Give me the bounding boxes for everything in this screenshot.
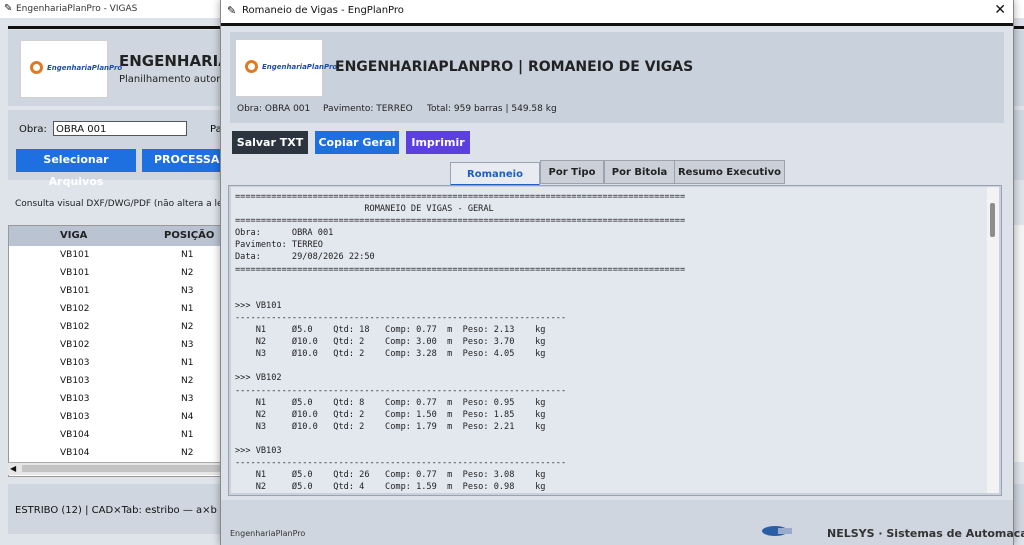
info-pavimento: Pavimento: TERREO: [323, 104, 413, 114]
table-row[interactable]: VB103 N2: [9, 372, 223, 390]
dialog-window-title: Romaneio de Vigas - EngPlanPro: [242, 5, 404, 16]
dialog-title: ENGENHARIAPLANPRO | ROMANEIO DE VIGAS: [335, 59, 694, 75]
status-text: ESTRIBO (12) | CAD×Tab: estribo — a×b da…: [15, 505, 241, 516]
cell-viga: VB103: [60, 412, 90, 422]
copy-all-button[interactable]: Copiar Geral: [315, 131, 399, 154]
table-row[interactable]: VB102 N3: [9, 336, 223, 354]
report-text-area[interactable]: ========================================…: [231, 187, 987, 493]
footer-app-name: EngenhariaPlanPro: [230, 529, 306, 538]
logo-text: EngenhariaPlanPro: [262, 63, 338, 71]
tab-romaneio-geral[interactable]: Romaneio Geral: [450, 162, 540, 204]
horizontal-scrollbar[interactable]: ◀: [8, 462, 222, 475]
cell-viga: VB102: [60, 322, 90, 332]
background-app-subtitle: Planilhamento automat: [119, 74, 237, 85]
table-row[interactable]: VB104 N1: [9, 426, 223, 444]
footer-brand: NELSYS · Sistemas de Automacao: [827, 527, 1024, 540]
info-obra: Obra: OBRA 001: [237, 104, 311, 114]
tab-por-bitola[interactable]: Por Bitola: [604, 160, 675, 184]
obra-label: Obra:: [19, 124, 47, 135]
column-header-viga[interactable]: VIGA: [60, 230, 87, 241]
save-txt-button[interactable]: Salvar TXT: [232, 131, 308, 154]
table-row[interactable]: VB103 N1: [9, 354, 223, 372]
cell-posicao: N3: [181, 340, 194, 350]
cell-posicao: N2: [181, 448, 194, 458]
background-window-title: EngenhariaPlanPro - VIGAS: [16, 4, 138, 14]
feather-icon: ✎: [4, 3, 13, 14]
cell-viga: VB104: [60, 430, 90, 440]
info-total: Total: 959 barras | 549.58 kg: [427, 104, 557, 114]
cell-viga: VB101: [60, 286, 90, 296]
process-button[interactable]: PROCESSAR: [142, 149, 228, 172]
app-logo: EngenhariaPlanPro: [20, 40, 122, 98]
select-files-button[interactable]: Selecionar Arquivos: [16, 149, 136, 188]
consult-note: Consulta visual DXF/DWG/PDF (não altera …: [15, 199, 253, 209]
table-header: VIGA POSIÇÃO: [9, 226, 223, 246]
table-row[interactable]: VB104 N2: [9, 444, 223, 462]
cell-posicao: N2: [181, 268, 194, 278]
beams-table: VIGA POSIÇÃO VB101 N1 VB101 N2 VB101 N3 VB102 N…: [8, 225, 224, 477]
column-header-posicao[interactable]: POSIÇÃO: [164, 230, 214, 241]
cell-posicao: N2: [181, 376, 194, 386]
dialog-titlebar: ✎ Romaneio de Vigas - EngPlanPro ✕: [221, 0, 1013, 24]
table-row[interactable]: VB102 N2: [9, 318, 223, 336]
cell-posicao: N1: [181, 304, 194, 314]
report-text: ========================================…: [235, 192, 686, 493]
cell-posicao: N3: [181, 286, 194, 296]
cell-posicao: N1: [181, 358, 194, 368]
cell-posicao: N2: [181, 322, 194, 332]
cell-viga: VB102: [60, 304, 90, 314]
gear-logo-icon: [245, 60, 258, 73]
close-icon[interactable]: ✕: [994, 2, 1006, 18]
dialog-logo: EngenhariaPlanPro: [235, 39, 337, 97]
nelsys-logo-mark: [778, 528, 792, 534]
table-row[interactable]: VB101 N2: [9, 264, 223, 282]
feather-icon: ✎: [227, 4, 237, 17]
tab-por-tipo[interactable]: Por Tipo: [540, 160, 604, 184]
tab-resumo-executivo[interactable]: Resumo Executivo: [674, 160, 785, 184]
romaneio-dialog: ✎ Romaneio de Vigas - EngPlanPro ✕ Engen…: [220, 0, 1024, 545]
cell-posicao: N1: [181, 430, 194, 440]
cell-viga: VB103: [60, 376, 90, 386]
table-row[interactable]: VB103 N3: [9, 390, 223, 408]
print-button[interactable]: Imprimir: [406, 131, 470, 154]
cell-viga: VB103: [60, 358, 90, 368]
logo-text: EngenhariaPlanPro: [47, 64, 123, 72]
accent-bar: [221, 23, 1013, 26]
cell-viga: VB102: [60, 340, 90, 350]
obra-input[interactable]: OBRA 001: [53, 121, 187, 136]
cell-viga: VB104: [60, 448, 90, 458]
gear-logo-icon: [30, 61, 43, 74]
scrollbar-thumb[interactable]: [990, 203, 995, 237]
table-row[interactable]: VB101 N1: [9, 246, 223, 264]
cell-posicao: N1: [181, 250, 194, 260]
vertical-scrollbar[interactable]: [987, 187, 999, 493]
cell-viga: VB101: [60, 250, 90, 260]
table-row[interactable]: VB102 N1: [9, 300, 223, 318]
scrollbar-thumb[interactable]: [22, 465, 222, 472]
cell-posicao: N3: [181, 394, 194, 404]
table-row[interactable]: VB101 N3: [9, 282, 223, 300]
cell-viga: VB103: [60, 394, 90, 404]
cell-posicao: N4: [181, 412, 194, 422]
scroll-left-icon[interactable]: ◀: [10, 464, 16, 473]
cell-viga: VB101: [60, 268, 90, 278]
table-row[interactable]: VB103 N4: [9, 408, 223, 426]
